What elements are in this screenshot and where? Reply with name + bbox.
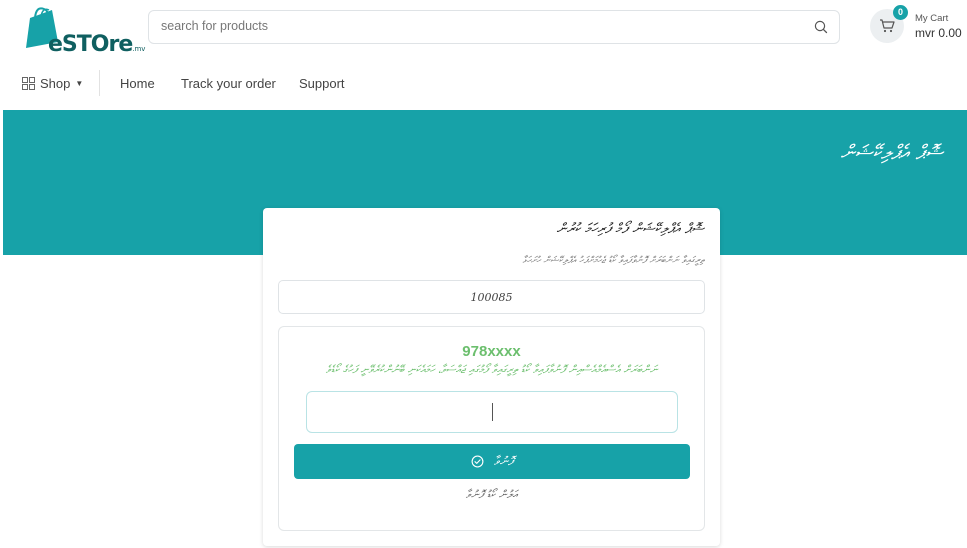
shop-dropdown[interactable]: Shop ▼ <box>22 76 83 91</box>
cart-icon <box>880 19 895 33</box>
card-title: ޝޮޕް އެޕްލިކޭޝަން ފޯމް ފުރިހަމަ ކުރުން <box>556 221 704 237</box>
resend-code-link[interactable]: އަލުން ކޯޑު ފޮނުވާ <box>279 488 704 502</box>
logo-main: eSTOre <box>48 32 133 57</box>
grid-icon <box>22 77 35 90</box>
header: eSTOre.mv 0 My Cart mvr 0.00 <box>0 0 967 60</box>
cart-count-badge: 0 <box>893 5 908 20</box>
caret-down-icon: ▼ <box>75 79 84 88</box>
application-card: ޝޮޕް އެޕްލިކޭޝަން ފޯމް ފުރިހަމަ ކުރުން ތ… <box>263 208 720 546</box>
page-title: ޝޮޕް އެޕްލިކޭޝަން <box>840 140 943 164</box>
logo-suffix: .mv <box>132 45 146 53</box>
search-input[interactable] <box>161 19 781 33</box>
nav-link-track-order[interactable]: Track your order <box>181 76 276 91</box>
otp-input[interactable] <box>306 391 678 433</box>
cart-total: mvr 0.00 <box>915 26 962 40</box>
submit-button[interactable]: ފޮނުވާ <box>294 444 690 479</box>
logo-text: eSTOre.mv <box>48 32 145 57</box>
search-icon[interactable] <box>813 19 829 35</box>
submit-label: ފޮނުވާ <box>493 454 514 468</box>
check-circle-icon <box>471 455 484 468</box>
nav-link-support[interactable]: Support <box>299 76 345 91</box>
main-nav: Shop ▼ Home Track your order Support <box>0 66 967 102</box>
card-subtitle: ތިރީގައިވާ ނަންބަރަށް ފޮނުވާފައިވާ ކޯޑު … <box>522 255 704 266</box>
otp-section: 978xxxx ނަންބަރަށް އެސްއެމްއެސްއިން ފޮނު… <box>278 326 705 531</box>
site-logo[interactable]: eSTOre.mv <box>22 4 145 57</box>
nav-divider <box>99 70 100 96</box>
cart-label: My Cart <box>915 13 949 24</box>
search-bar <box>148 10 840 44</box>
shop-label: Shop <box>40 76 71 91</box>
otp-message: ނަންބަރަށް އެސްއެމްއެސްއިން ފޮނުވާފައިވާ… <box>325 363 658 376</box>
application-id-field: 100085 <box>278 280 705 314</box>
nav-link-home[interactable]: Home <box>120 76 155 91</box>
text-cursor <box>492 403 493 421</box>
phone-number: 978xxxx <box>462 343 521 360</box>
